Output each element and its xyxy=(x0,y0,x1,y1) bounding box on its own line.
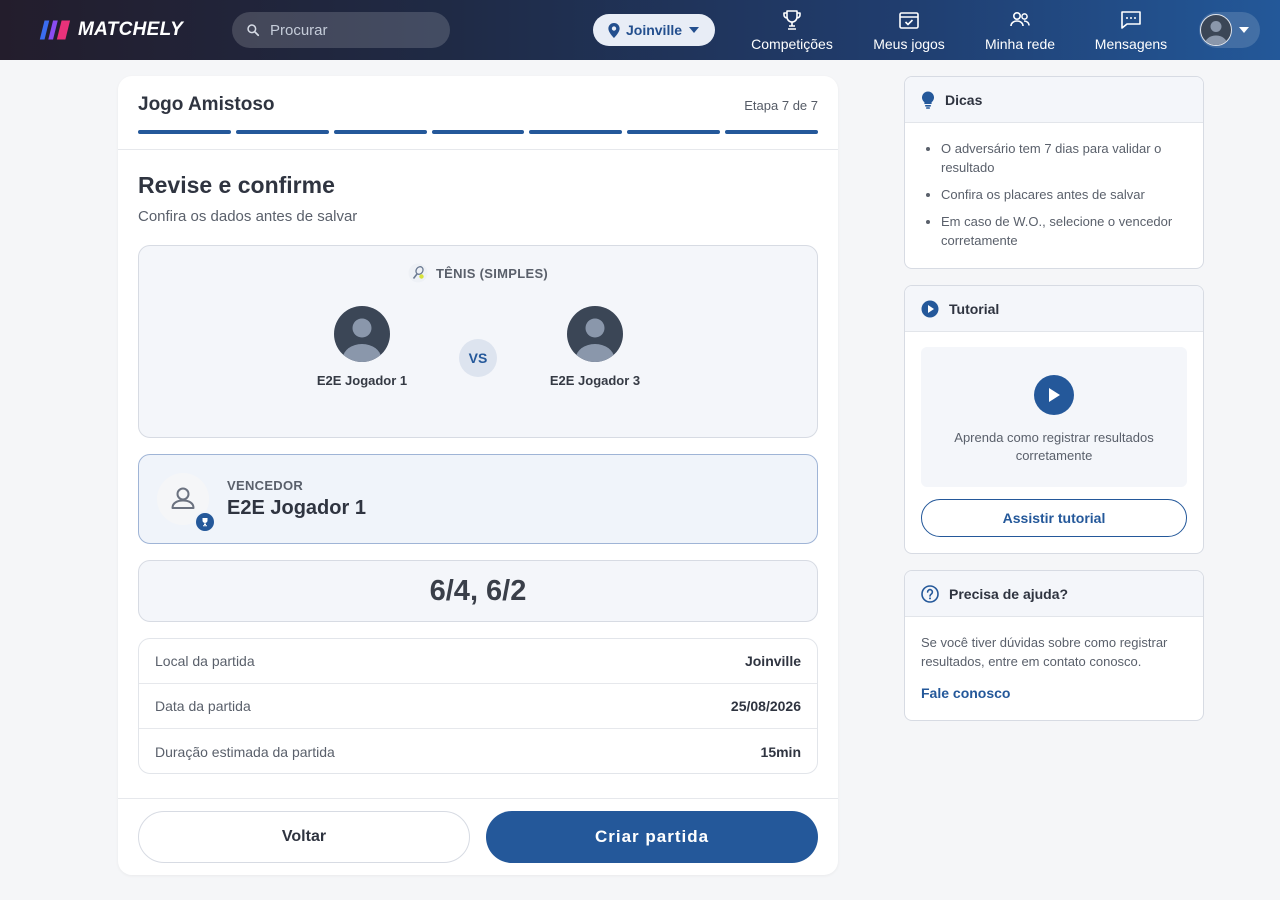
help-title: Precisa de ajuda? xyxy=(949,585,1069,602)
detail-label: Duração estimada da partida xyxy=(155,743,335,760)
logo[interactable]: MATCHELY xyxy=(36,17,183,43)
search-box[interactable] xyxy=(232,12,450,48)
vs-badge: VS xyxy=(459,339,497,377)
help-header: Precisa de ajuda? xyxy=(905,571,1203,617)
nav-label: Competições xyxy=(751,36,833,52)
sport-label: TÊNIS (SIMPLES) xyxy=(139,263,817,283)
question-circle-icon xyxy=(921,584,939,603)
tutorial-header: Tutorial xyxy=(905,286,1203,332)
video-caption: Aprenda como registrar resultados corret… xyxy=(954,430,1154,463)
play-circle-icon xyxy=(921,300,939,317)
chevron-down-icon xyxy=(1239,27,1249,33)
progress-segment xyxy=(431,130,525,134)
section-subtitle: Confira os dados antes de salvar xyxy=(138,208,358,225)
avatar xyxy=(334,306,390,362)
city-label: Joinville xyxy=(625,22,683,38)
section-heading: Revise e confirme xyxy=(138,172,335,198)
winner-name: E2E Jogador 1 xyxy=(227,497,366,519)
watch-tutorial-button[interactable]: Assistir tutorial xyxy=(921,499,1187,537)
player-name: E2E Jogador 1 xyxy=(316,373,408,388)
winner-trophy-badge xyxy=(194,511,216,533)
tips-title: Dicas xyxy=(945,91,983,108)
match-wizard-card: Jogo Amistoso Etapa 7 de 7 Revise e conf… xyxy=(118,76,838,875)
progress-bar xyxy=(138,130,819,134)
play-icon xyxy=(1049,388,1060,402)
detail-value: 25/08/2026 xyxy=(730,698,801,714)
tips-panel: Dicas O adversário tem 7 dias para valid… xyxy=(904,76,1204,269)
lightbulb-icon xyxy=(922,91,934,109)
help-panel: Precisa de ajuda? Se você tiver dúvidas … xyxy=(904,570,1204,721)
nav-label: Minha rede xyxy=(984,36,1056,52)
tutorial-panel: Tutorial Aprenda como registrar resultad… xyxy=(904,285,1204,554)
detail-row-duration: Duração estimada da partida 15min xyxy=(139,729,817,774)
progress-segment xyxy=(333,130,427,134)
tips-list: O adversário tem 7 dias para validar o r… xyxy=(905,123,1203,250)
progress-segment xyxy=(529,130,623,134)
tips-header: Dicas xyxy=(905,77,1203,123)
progress-segment xyxy=(725,130,819,134)
match-summary: TÊNIS (SIMPLES) E2E Jogador 1 VS E2E Jog… xyxy=(138,245,818,438)
sport-name: TÊNIS (SIMPLES) xyxy=(435,265,549,281)
detail-value: 15min xyxy=(760,743,801,760)
divider xyxy=(118,149,838,150)
nav-label: Meus jogos xyxy=(873,36,945,52)
chat-icon xyxy=(1121,11,1141,29)
detail-row-location: Local da partida Joinville xyxy=(139,639,817,684)
step-indicator: Etapa 7 de 7 xyxy=(744,98,818,113)
create-match-button[interactable]: Criar partida xyxy=(486,811,818,863)
user-menu-button[interactable] xyxy=(1199,12,1260,48)
wizard-title: Jogo Amistoso xyxy=(138,94,275,115)
progress-segment xyxy=(138,130,231,134)
tennis-racket-icon xyxy=(408,263,428,283)
match-details: Local da partida Joinville Data da parti… xyxy=(138,638,818,774)
winner-summary: VENCEDOR E2E Jogador 1 xyxy=(138,454,818,544)
tip-item: Confira os placares antes de salvar xyxy=(941,185,1187,204)
tutorial-title: Tutorial xyxy=(949,300,1000,317)
winner-label: VENCEDOR xyxy=(227,478,304,493)
city-selector[interactable]: Joinville xyxy=(593,14,715,46)
nav-competitions[interactable]: Competições xyxy=(751,8,833,54)
trophy-icon xyxy=(202,518,208,527)
detail-label: Data da partida xyxy=(155,698,251,714)
detail-value: Joinville xyxy=(744,653,801,669)
nav-my-network[interactable]: Minha rede xyxy=(984,8,1056,54)
user-silhouette-icon xyxy=(576,318,614,362)
logo-mark-icon xyxy=(39,20,71,40)
score-display: 6/4, 6/2 xyxy=(138,560,818,622)
nav-label: Mensagens xyxy=(1094,36,1168,52)
people-icon xyxy=(1010,12,1030,27)
player-name: E2E Jogador 3 xyxy=(549,373,641,388)
progress-segment xyxy=(235,130,329,134)
help-text: Se você tiver dúvidas sobre como registr… xyxy=(921,635,1168,669)
tip-item: Em caso de W.O., selecione o vencedor co… xyxy=(941,212,1187,250)
detail-row-date: Data da partida 25/08/2026 xyxy=(139,684,817,729)
wizard-header: Jogo Amistoso Etapa 7 de 7 xyxy=(138,94,818,116)
brand-name: MATCHELY xyxy=(78,19,184,40)
avatar xyxy=(567,306,623,362)
search-icon xyxy=(247,24,260,37)
trophy-icon xyxy=(783,10,801,30)
avatar xyxy=(1200,14,1232,46)
back-button[interactable]: Voltar xyxy=(138,811,470,863)
tip-item: O adversário tem 7 dias para validar o r… xyxy=(941,139,1187,177)
contact-us-link[interactable]: Fale conosco xyxy=(921,685,1010,701)
nav-my-games[interactable]: Meus jogos xyxy=(871,8,947,54)
chevron-down-icon xyxy=(689,27,700,33)
user-silhouette-icon xyxy=(343,318,381,362)
progress-segment xyxy=(627,130,721,134)
player-2: E2E Jogador 3 xyxy=(515,306,675,388)
search-input[interactable] xyxy=(270,21,430,39)
nav-messages[interactable]: Mensagens xyxy=(1093,8,1169,54)
detail-label: Local da partida xyxy=(155,653,255,669)
play-button[interactable] xyxy=(1034,375,1074,415)
calendar-check-icon xyxy=(899,12,919,29)
divider xyxy=(118,798,838,799)
top-bar: MATCHELY Joinville Competições Meus jogo… xyxy=(0,0,1280,60)
tutorial-video[interactable]: Aprenda como registrar resultados corret… xyxy=(921,347,1187,487)
player-1: E2E Jogador 1 xyxy=(282,306,442,388)
location-pin-icon xyxy=(608,22,620,38)
score-text: 6/4, 6/2 xyxy=(429,574,527,607)
